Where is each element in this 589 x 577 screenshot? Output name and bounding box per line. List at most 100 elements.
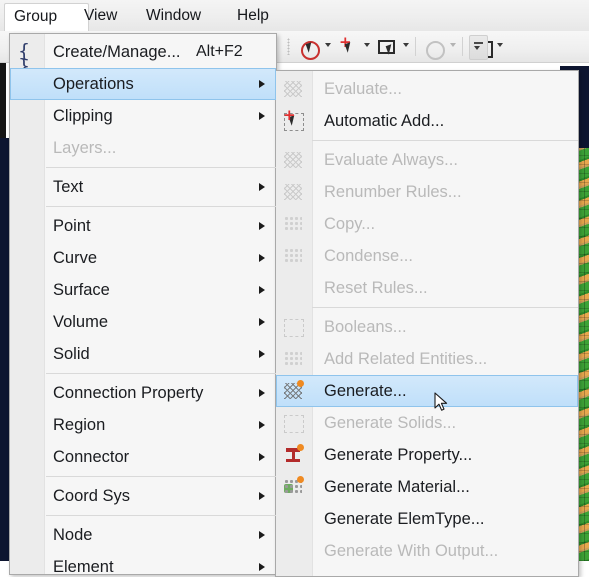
menu-item-generate-elemtype[interactable]: Generate ElemType... (276, 503, 578, 535)
menu-item-connector[interactable]: Connector (10, 441, 276, 473)
toolbar-separator-2 (462, 37, 463, 56)
menu-item-automatic-add[interactable]: + Automatic Add... (276, 105, 578, 137)
menubar-item-view[interactable]: View (75, 4, 126, 28)
brace-icon: { } (18, 40, 30, 77)
menu-item-create-manage[interactable]: { } Create/Manage... Alt+F2 (10, 36, 276, 77)
menu-label-generate-solids: Generate Solids... (324, 413, 457, 432)
menu-separator (46, 515, 276, 516)
menu-item-point[interactable]: Point (10, 210, 276, 242)
circle-pick-tool-button (423, 36, 447, 60)
menu-item-clipping[interactable]: Clipping (10, 100, 276, 132)
menu-label-layers: Layers... (53, 138, 117, 157)
menu-item-operations[interactable]: Operations (10, 68, 276, 100)
copy-icon (281, 212, 305, 236)
menu-item-add-related-entities: Add Related Entities... (276, 343, 578, 375)
menu-label-reset-rules: Reset Rules... (324, 278, 428, 297)
add-pick-tool-button[interactable]: + (337, 33, 360, 57)
menu-item-booleans: Booleans... (276, 311, 578, 343)
generate-solids-icon (281, 411, 305, 435)
menu-item-layers: Layers... (10, 132, 276, 164)
rectangle-pick-tool-button[interactable] (376, 36, 399, 57)
menu-item-generate[interactable]: Generate... (276, 375, 578, 407)
menu-item-text[interactable]: Text (10, 171, 276, 203)
menu-label-point: Point (53, 216, 91, 235)
group-menu[interactable]: { } Create/Manage... Alt+F2 Operations C… (9, 33, 277, 575)
evaluate-icon (281, 77, 305, 101)
menu-label-clipping: Clipping (53, 106, 113, 125)
menu-label-renumber-rules: Renumber Rules... (324, 182, 462, 201)
menu-item-coord-sys[interactable]: Coord Sys (10, 480, 276, 512)
menu-item-evaluate-always: Evaluate Always... (276, 144, 578, 176)
box-pick-tool-dropdown-arrow[interactable] (497, 43, 503, 47)
renumber-rules-icon (281, 180, 305, 204)
red-circle-cursor-icon (298, 36, 322, 60)
submenu-arrow-icon (259, 183, 265, 191)
menu-item-generate-material[interactable]: Generate Material... (276, 471, 578, 503)
menu-item-solid[interactable]: Solid (10, 338, 276, 370)
menu-label-node: Node (53, 525, 93, 544)
menu-item-generate-property[interactable]: Generate Property... (276, 439, 578, 471)
menu-item-generate-with-output: Generate With Output... (276, 535, 578, 567)
submenu-arrow-icon (259, 531, 265, 539)
submenu-arrow-icon (259, 350, 265, 358)
submenu-arrow-icon (259, 254, 265, 262)
submenu-arrow-icon (259, 80, 265, 88)
menu-label-create-manage: Create/Manage... (53, 42, 181, 61)
menu-label-operations: Operations (53, 74, 134, 93)
menu-label-element: Element (53, 557, 114, 575)
submenu-arrow-icon (259, 421, 265, 429)
circle-pick-tool-dropdown-arrow (450, 43, 456, 47)
menu-label-condense: Condense... (324, 246, 413, 265)
menu-label-generate: Generate... (324, 381, 407, 400)
toolbar-grip[interactable] (287, 38, 290, 55)
booleans-icon (281, 315, 305, 339)
submenu-arrow-icon (259, 389, 265, 397)
menu-label-generate-material: Generate Material... (324, 477, 470, 496)
menu-label-automatic-add: Automatic Add... (324, 111, 445, 130)
menu-item-connection-property[interactable]: Connection Property (10, 377, 276, 409)
menu-item-renumber-rules: Renumber Rules... (276, 176, 578, 208)
menu-label-generate-elemtype: Generate ElemType... (324, 509, 485, 528)
generate-icon (281, 379, 305, 403)
submenu-arrow-icon (259, 112, 265, 120)
submenu-arrow-icon (259, 492, 265, 500)
menu-item-curve[interactable]: Curve (10, 242, 276, 274)
toolbar-overflow-button[interactable] (469, 35, 488, 60)
generate-material-icon (281, 475, 305, 499)
menu-item-element[interactable]: Element (10, 551, 276, 575)
menu-separator (46, 206, 276, 207)
menu-label-solid: Solid (53, 344, 90, 363)
menubar-item-window[interactable]: Window (137, 4, 210, 28)
menu-label-copy: Copy... (324, 214, 376, 233)
menubar-label-group: Group (14, 8, 58, 25)
menu-separator (46, 373, 276, 374)
add-pick-tool-dropdown-arrow[interactable] (364, 43, 370, 47)
gray-circle-icon (423, 36, 447, 60)
menu-separator (312, 140, 578, 141)
automatic-add-icon: + (281, 108, 305, 133)
menu-label-region: Region (53, 415, 106, 434)
rectangle-pick-tool-dropdown-arrow[interactable] (403, 43, 409, 47)
rect-cursor-icon (376, 36, 400, 60)
operations-submenu[interactable]: Evaluate... + Automatic Add... Evaluate … (275, 70, 579, 577)
menu-label-text: Text (53, 177, 84, 196)
menu-item-volume[interactable]: Volume (10, 306, 276, 338)
no-pick-tool-button[interactable] (298, 36, 322, 60)
submenu-arrow-icon (259, 563, 265, 571)
menu-item-condense: Condense... (276, 240, 578, 272)
menu-item-reset-rules: Reset Rules... (276, 272, 578, 304)
submenu-arrow-icon (259, 453, 265, 461)
menu-label-connection-property: Connection Property (53, 383, 204, 402)
evaluate-always-icon (281, 148, 305, 172)
menu-label-coord-sys: Coord Sys (53, 486, 131, 505)
menubar-item-help[interactable]: Help (228, 4, 278, 28)
menu-separator (46, 167, 276, 168)
menu-item-surface[interactable]: Surface (10, 274, 276, 306)
plus-cursor-icon: + (339, 33, 354, 53)
menu-label-generate-property: Generate Property... (324, 445, 473, 464)
menu-accel-create-manage: Alt+F2 (196, 43, 243, 60)
no-pick-tool-dropdown-arrow[interactable] (325, 43, 331, 47)
menu-item-region[interactable]: Region (10, 409, 276, 441)
menubar-label-help: Help (237, 7, 269, 24)
menu-item-node[interactable]: Node (10, 519, 276, 551)
